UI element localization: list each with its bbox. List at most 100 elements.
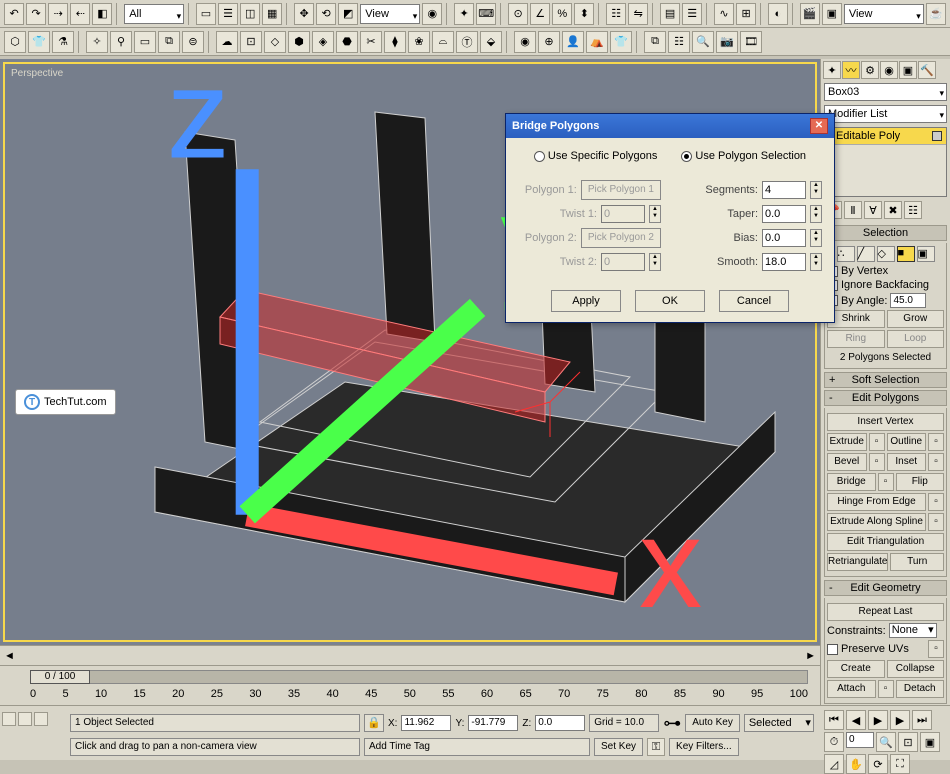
goto-start-icon[interactable]: ⏮ [824,710,844,730]
render-type-icon[interactable]: ▣ [822,3,842,25]
tool-icon[interactable]: ⧉ [158,31,180,53]
edit-polygons-rollout-header[interactable]: -Edit Polygons [824,390,947,406]
move-icon[interactable]: ✥ [294,3,314,25]
scale-icon[interactable]: ◩ [338,3,358,25]
bevel-button[interactable]: Bevel [827,453,867,471]
align-icon[interactable]: ▤ [660,3,680,25]
tool-icon[interactable]: 👕 [28,31,50,53]
tool-icon[interactable]: ◈ [312,31,334,53]
bevel-settings-button[interactable]: ▫ [869,453,885,471]
attach-button[interactable]: Attach [827,680,876,698]
create-tab-icon[interactable]: ✦ [823,61,841,79]
by-angle-checkbox[interactable]: By Angle:45.0 [827,293,944,308]
retriangulate-button[interactable]: Retriangulate [827,553,888,571]
tool-icon[interactable]: ⬡ [4,31,26,53]
time-config-icon[interactable]: ⏱ [824,732,844,752]
configure-sets-icon[interactable]: ☷ [904,201,922,219]
tool-icon[interactable]: ⊜ [182,31,204,53]
orbit-icon[interactable]: ⟳ [868,754,888,774]
insert-vertex-button[interactable]: Insert Vertex [827,413,944,431]
time-slider-track[interactable] [30,670,808,684]
show-result-icon[interactable]: Ⅱ [844,201,862,219]
undo-icon[interactable]: ↶ [4,3,24,25]
cancel-button[interactable]: Cancel [719,290,789,312]
outline-button[interactable]: Outline [887,433,927,451]
smooth-input[interactable]: 18.0 [762,253,806,271]
shrink-button[interactable]: Shrink [827,310,885,328]
detach-button[interactable]: Detach [896,680,945,698]
tool-icon[interactable]: ◇ [264,31,286,53]
tool-icon[interactable]: ☷ [668,31,690,53]
tool-icon[interactable]: ⧉ [644,31,666,53]
hierarchy-tab-icon[interactable]: ⚙ [861,61,879,79]
repeat-last-button[interactable]: Repeat Last [827,603,944,621]
angle-snap-icon[interactable]: ∠ [530,3,550,25]
curve-editor-icon[interactable]: ∿ [714,3,734,25]
constraints-dropdown[interactable]: None▾ [889,623,937,638]
tool-icon[interactable]: 👕 [610,31,632,53]
time-slider-handle[interactable]: 0 / 100 [30,670,90,684]
fov-icon[interactable]: ◿ [824,754,844,774]
utilities-tab-icon[interactable]: 🔨 [918,61,936,79]
mini-listener-icon[interactable] [18,712,32,726]
tool-icon[interactable]: ❀ [408,31,430,53]
render-scene-icon[interactable]: 🎬 [800,3,820,25]
close-icon[interactable]: ✕ [810,118,828,134]
tool-icon[interactable]: ⚲ [110,31,132,53]
element-subobj-icon[interactable]: ▣ [917,246,935,262]
tool-icon[interactable]: ⬙ [480,31,502,53]
y-coord-input[interactable]: -91.779 [468,715,518,731]
tool-icon[interactable]: 🔍 [692,31,714,53]
extrude-spline-button[interactable]: Extrude Along Spline [827,513,926,531]
tool-icon[interactable]: 📷 [716,31,738,53]
named-sel-icon[interactable]: ☷ [606,3,626,25]
zoom-extents-icon[interactable]: ▣ [920,732,940,752]
scroll-left-icon[interactable]: ◄ [4,650,15,662]
tool-icon[interactable]: 👤 [562,31,584,53]
inset-button[interactable]: Inset [887,453,927,471]
ref-coord-dropdown[interactable]: View [360,4,420,24]
stack-item-editable-poly[interactable]: ▪ Editable Poly [825,128,946,145]
rotate-icon[interactable]: ⟲ [316,3,336,25]
grow-button[interactable]: Grow [887,310,945,328]
zoom-icon[interactable]: 🔍 [876,732,896,752]
by-angle-input[interactable]: 45.0 [890,293,926,308]
use-selection-radio[interactable]: Use Polygon Selection [681,150,806,162]
tool-icon[interactable]: ✂ [360,31,382,53]
tool-icon[interactable]: ☁ [216,31,238,53]
dialog-titlebar[interactable]: Bridge Polygons ✕ [506,114,834,138]
track-bar[interactable]: ◄ ► [0,645,820,665]
current-frame-input[interactable]: 0 [846,732,874,748]
z-coord-input[interactable]: 0.0 [535,715,585,731]
select-region-icon[interactable]: ◫ [240,3,260,25]
edit-tri-button[interactable]: Edit Triangulation [827,533,944,551]
tool-icon[interactable]: ⬣ [336,31,358,53]
remove-mod-icon[interactable]: ✖ [884,201,902,219]
ignore-backfacing-checkbox[interactable]: Ignore Backfacing [827,279,944,291]
extrude-spline-settings-button[interactable]: ▫ [928,513,944,531]
tool-icon[interactable]: ▭ [134,31,156,53]
modify-tab-icon[interactable]: 〰 [842,61,860,79]
key-target-dropdown[interactable]: Selected▾ [744,714,814,732]
ring-button[interactable]: Ring [827,330,885,348]
spinner-icon[interactable]: ▲▼ [649,253,661,271]
make-unique-icon[interactable]: ∀ [864,201,882,219]
material-editor-icon[interactable]: ◐ [768,3,788,25]
ok-button[interactable]: OK [635,290,705,312]
pan-icon[interactable]: ✋ [846,754,866,774]
bias-input[interactable]: 0.0 [762,229,806,247]
scroll-right-icon[interactable]: ► [805,650,816,662]
modifier-list-dropdown[interactable]: Modifier List [824,105,947,123]
object-name-field[interactable]: Box03 [824,83,947,101]
window-crossing-icon[interactable]: ▦ [262,3,282,25]
set-key-button[interactable]: Set Key [594,738,643,756]
mirror-icon[interactable]: ⇋ [628,3,648,25]
time-tag-button[interactable]: Add Time Tag [364,738,590,756]
border-subobj-icon[interactable]: ◇ [877,246,895,262]
attach-list-button[interactable]: ▫ [878,680,894,698]
spinner-snap-icon[interactable]: ⬍ [574,3,594,25]
motion-tab-icon[interactable]: ◉ [880,61,898,79]
next-frame-icon[interactable]: ▶ [890,710,910,730]
select-icon[interactable]: ▭ [196,3,216,25]
link-icon[interactable]: ⇢ [48,3,68,25]
